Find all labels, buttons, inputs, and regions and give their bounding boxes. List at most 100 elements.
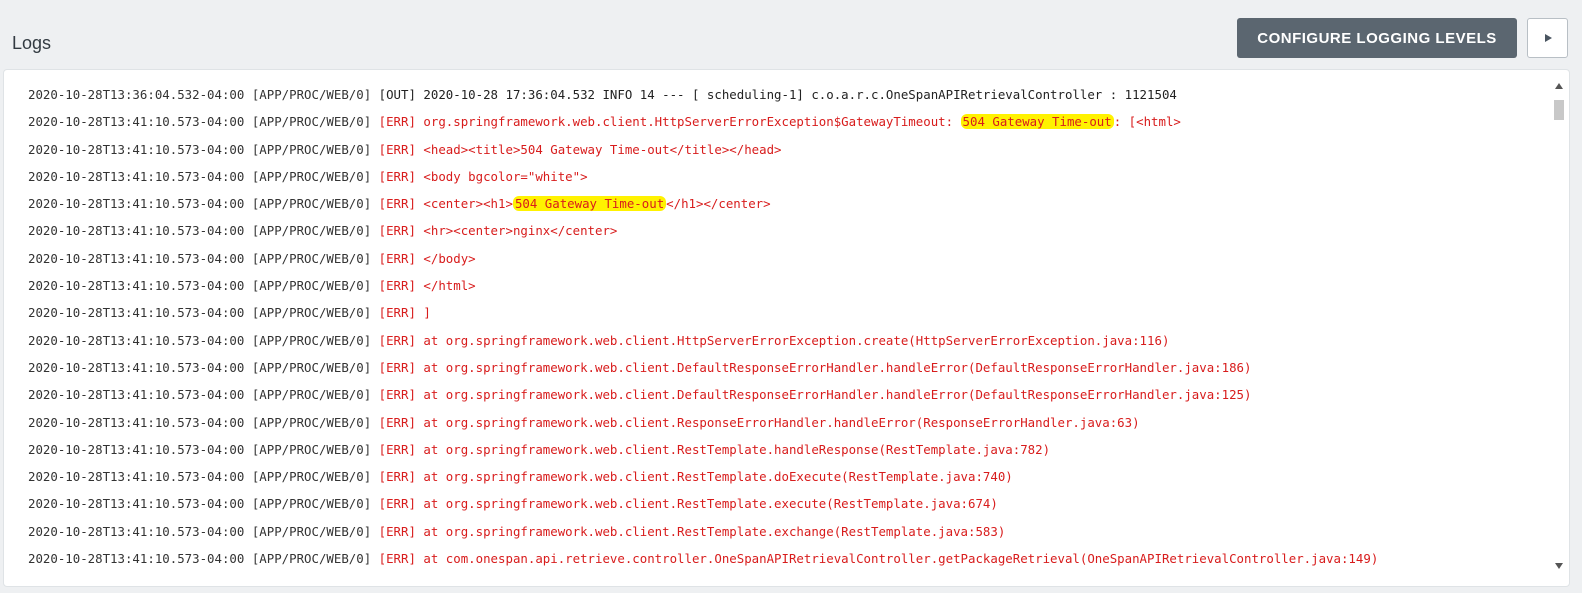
log-message: at org.springframework.web.client.RestTe…: [423, 469, 1013, 485]
log-source: [APP/PROC/WEB/0]: [251, 332, 372, 348]
log-line: 2020-10-28T13:41:10.573-04:00 [APP/PROC/…: [28, 275, 1539, 302]
log-stream-tag: [ERR]: [378, 441, 416, 457]
log-stream-tag: [OUT]: [378, 87, 416, 102]
log-message: </html>: [423, 278, 476, 294]
log-source: [APP/PROC/WEB/0]: [251, 250, 372, 266]
scroll-thumb[interactable]: [1554, 100, 1564, 120]
log-timestamp: 2020-10-28T13:41:10.573-04:00: [28, 223, 245, 239]
log-message: <head><title>504 Gateway Time-out</title…: [423, 141, 782, 157]
log-source: [APP/PROC/WEB/0]: [251, 87, 372, 102]
log-source: [APP/PROC/WEB/0]: [251, 496, 372, 512]
log-line: 2020-10-28T13:41:10.573-04:00 [APP/PROC/…: [28, 439, 1539, 466]
log-source: [APP/PROC/WEB/0]: [251, 196, 372, 212]
log-message: 2020-10-28 17:36:04.532 INFO 14 --- [ sc…: [423, 87, 1177, 102]
configure-logging-levels-button[interactable]: CONFIGURE LOGGING LEVELS: [1237, 18, 1517, 58]
log-line: 2020-10-28T13:41:10.573-04:00 [APP/PROC/…: [28, 330, 1539, 357]
scroll-down-arrow-icon[interactable]: [1553, 560, 1565, 572]
play-button[interactable]: [1527, 18, 1568, 58]
log-message: at org.springframework.web.client.RestTe…: [423, 441, 1051, 457]
log-stream-tag: [ERR]: [378, 305, 416, 321]
log-stream-tag: [ERR]: [378, 250, 416, 266]
log-timestamp: 2020-10-28T13:41:10.573-04:00: [28, 196, 245, 212]
log-source: [APP/PROC/WEB/0]: [251, 168, 372, 184]
log-message: <body bgcolor="white">: [423, 168, 588, 184]
log-timestamp: 2020-10-28T13:41:10.573-04:00: [28, 441, 245, 457]
log-source: [APP/PROC/WEB/0]: [251, 114, 372, 130]
log-stream-tag: [ERR]: [378, 387, 416, 403]
log-message: at org.springframework.web.client.Defaul…: [423, 387, 1252, 403]
log-line: 2020-10-28T13:41:10.573-04:00 [APP/PROC/…: [28, 139, 1539, 166]
log-line: 2020-10-28T13:41:10.573-04:00 [APP/PROC/…: [28, 548, 1539, 575]
log-stream-tag: [ERR]: [378, 196, 416, 212]
log-line: 2020-10-28T13:41:10.573-04:00 [APP/PROC/…: [28, 466, 1539, 493]
log-source: [APP/PROC/WEB/0]: [251, 387, 372, 403]
log-message-tail: </h1></center>: [666, 196, 771, 212]
log-message: at org.springframework.web.client.RestTe…: [423, 523, 1006, 539]
log-source: [APP/PROC/WEB/0]: [251, 469, 372, 485]
log-stream-tag: [ERR]: [378, 168, 416, 184]
log-stream-tag: [ERR]: [378, 414, 416, 430]
log-timestamp: 2020-10-28T13:41:10.573-04:00: [28, 414, 245, 430]
log-line: 2020-10-28T13:41:10.573-04:00 [APP/PROC/…: [28, 493, 1539, 520]
log-source: [APP/PROC/WEB/0]: [251, 278, 372, 294]
log-line: 2020-10-28T13:41:10.573-04:00 [APP/PROC/…: [28, 248, 1539, 275]
log-lines: 2020-10-28T13:36:04.532-04:00 [APP/PROC/…: [28, 84, 1539, 575]
log-timestamp: 2020-10-28T13:41:10.573-04:00: [28, 168, 245, 184]
log-message: <center><h1>: [423, 196, 513, 212]
log-message: org.springframework.web.client.HttpServe…: [423, 114, 961, 130]
log-message: ]: [423, 305, 431, 321]
log-line: 2020-10-28T13:41:10.573-04:00 [APP/PROC/…: [28, 384, 1539, 411]
log-timestamp: 2020-10-28T13:36:04.532-04:00: [28, 87, 245, 102]
log-timestamp: 2020-10-28T13:41:10.573-04:00: [28, 469, 245, 485]
log-source: [APP/PROC/WEB/0]: [251, 141, 372, 157]
log-timestamp: 2020-10-28T13:41:10.573-04:00: [28, 387, 245, 403]
log-stream-tag: [ERR]: [378, 141, 416, 157]
log-source: [APP/PROC/WEB/0]: [251, 414, 372, 430]
page-title: Logs: [12, 33, 52, 53]
log-message: at org.springframework.web.client.RestTe…: [423, 496, 998, 512]
log-timestamp: 2020-10-28T13:41:10.573-04:00: [28, 551, 245, 567]
log-timestamp: 2020-10-28T13:41:10.573-04:00: [28, 250, 245, 266]
scrollbar[interactable]: [1549, 70, 1569, 586]
log-timestamp: 2020-10-28T13:41:10.573-04:00: [28, 332, 245, 348]
log-message: at org.springframework.web.client.Defaul…: [423, 359, 1252, 375]
logs-header: Logs CONFIGURE LOGGING LEVELS: [0, 0, 1582, 70]
log-source: [APP/PROC/WEB/0]: [251, 441, 372, 457]
log-timestamp: 2020-10-28T13:41:10.573-04:00: [28, 305, 245, 321]
scroll-up-arrow-icon[interactable]: [1553, 80, 1565, 92]
log-stream-tag: [ERR]: [378, 278, 416, 294]
play-icon: [1544, 34, 1552, 42]
log-stream-tag: [ERR]: [378, 496, 416, 512]
log-source: [APP/PROC/WEB/0]: [251, 223, 372, 239]
log-timestamp: 2020-10-28T13:41:10.573-04:00: [28, 523, 245, 539]
log-stream-tag: [ERR]: [378, 223, 416, 239]
log-timestamp: 2020-10-28T13:41:10.573-04:00: [28, 114, 245, 130]
log-stream-tag: [ERR]: [378, 523, 416, 539]
log-source: [APP/PROC/WEB/0]: [251, 305, 372, 321]
log-message-tail: : [<html>: [1113, 114, 1181, 130]
log-message: <hr><center>nginx</center>: [423, 223, 618, 239]
log-line: 2020-10-28T13:41:10.573-04:00 [APP/PROC/…: [28, 111, 1539, 138]
log-stream-tag: [ERR]: [378, 114, 416, 130]
log-timestamp: 2020-10-28T13:41:10.573-04:00: [28, 141, 245, 157]
log-line: 2020-10-28T13:36:04.532-04:00 [APP/PROC/…: [28, 84, 1539, 111]
log-timestamp: 2020-10-28T13:41:10.573-04:00: [28, 278, 245, 294]
log-stream-tag: [ERR]: [378, 359, 416, 375]
log-timestamp: 2020-10-28T13:41:10.573-04:00: [28, 496, 245, 512]
log-highlight: 504 Gateway Time-out: [960, 114, 1114, 130]
log-line: 2020-10-28T13:41:10.573-04:00 [APP/PROC/…: [28, 166, 1539, 193]
log-line: 2020-10-28T13:41:10.573-04:00 [APP/PROC/…: [28, 412, 1539, 439]
log-message: at org.springframework.web.client.Respon…: [423, 414, 1140, 430]
log-stream-tag: [ERR]: [378, 469, 416, 485]
log-panel[interactable]: 2020-10-28T13:36:04.532-04:00 [APP/PROC/…: [3, 69, 1570, 587]
log-line: 2020-10-28T13:41:10.573-04:00 [APP/PROC/…: [28, 302, 1539, 329]
log-source: [APP/PROC/WEB/0]: [251, 523, 372, 539]
log-message: at com.onespan.api.retrieve.controller.O…: [423, 551, 1379, 567]
log-message: at org.springframework.web.client.HttpSe…: [423, 332, 1170, 348]
log-line: 2020-10-28T13:41:10.573-04:00 [APP/PROC/…: [28, 220, 1539, 247]
log-line: 2020-10-28T13:41:10.573-04:00 [APP/PROC/…: [28, 193, 1539, 220]
log-highlight: 504 Gateway Time-out: [512, 196, 667, 212]
log-line: 2020-10-28T13:41:10.573-04:00 [APP/PROC/…: [28, 357, 1539, 384]
log-message: </body>: [423, 250, 476, 266]
log-line: 2020-10-28T13:41:10.573-04:00 [APP/PROC/…: [28, 521, 1539, 548]
